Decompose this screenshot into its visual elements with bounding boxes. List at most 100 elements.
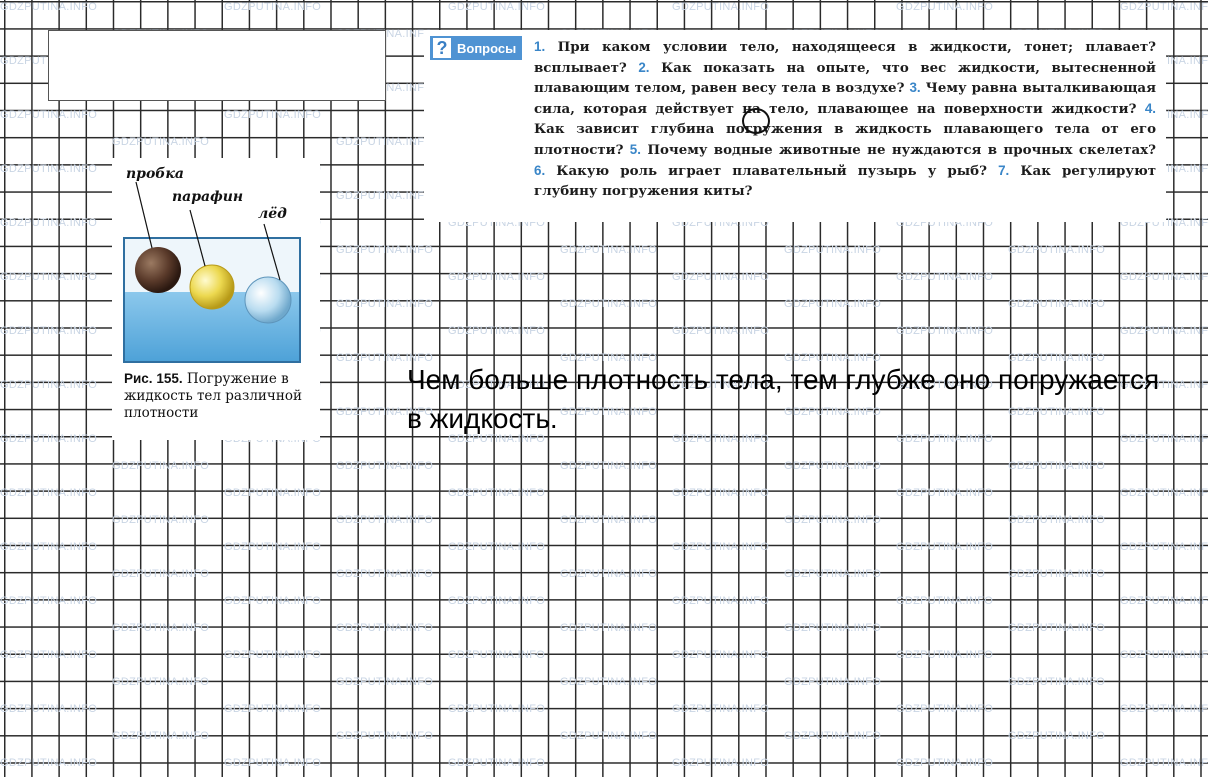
question-number: 2. [638, 59, 650, 75]
hand-drawn-circle [742, 108, 770, 134]
questions-text: 1. При каком условии тело, находящееся в… [534, 37, 1156, 202]
watermark-text: GDZPUTINA.INFO [224, 703, 322, 715]
paraffin-ball [189, 264, 235, 310]
watermark-text: GDZPUTINA.INFO [784, 730, 882, 742]
watermark-text: GDZPUTINA.INFO [784, 622, 882, 634]
watermark-text: GDZPUTINA.INFO [1008, 568, 1106, 580]
watermark-text: GDZPUTINA.INFO [224, 487, 322, 499]
watermark-text: GDZPUTINA.INFO [0, 595, 98, 607]
watermark-text: GDZPUTINA.INFO [672, 595, 770, 607]
label-ice: лёд [258, 206, 287, 222]
watermark-text: GDZPUTINA.INFO [896, 541, 994, 553]
watermark-text: GDZPUTINA.INFO [112, 730, 210, 742]
ice-ball [244, 276, 292, 324]
watermark-text: GDZPUTINA.INFO [336, 514, 434, 526]
watermark-text: GDZPUTINA.INFO [1008, 514, 1106, 526]
question-number: 5. [629, 141, 641, 157]
watermark-text: GDZPUTINA.INFO [672, 1, 770, 13]
watermark-text: GDZPUTINA.INFO [1120, 1, 1208, 13]
watermark-text: GDZPUTINA.INFO [896, 703, 994, 715]
watermark-text: GDZPUTINA.INFO [448, 325, 546, 337]
questions-title: Вопросы [457, 40, 517, 56]
figure-155: пробка парафин лёд Рис. 155. Погружение … [112, 158, 320, 440]
watermark-text: GDZPUTINA.INFO [1008, 460, 1106, 472]
watermark-text: GDZPUTINA.INFO [112, 136, 210, 148]
watermark-text: GDZPUTINA.INFO [560, 460, 658, 472]
question-text: Какую роль играет плавательный пузырь у … [556, 162, 987, 179]
watermark-text: GDZPUTINA.INFO [1120, 703, 1208, 715]
watermark-text: GDZPUTINA.INFO [1008, 622, 1106, 634]
watermark-text: GDZPUTINA.INFO [1008, 244, 1106, 256]
watermark-text: GDZPUTINA.INFO [1120, 757, 1208, 769]
watermark-text: GDZPUTINA.INFO [896, 271, 994, 283]
watermark-text: GDZPUTINA.INFO [112, 622, 210, 634]
watermark-text: GDZPUTINA.INFO [1120, 649, 1208, 661]
watermark-text: GDZPUTINA.INFO [336, 676, 434, 688]
watermark-text: GDZPUTINA.INFO [0, 757, 98, 769]
label-paraffin: парафин [172, 189, 244, 205]
watermark-text: GDZPUTINA.INFO [0, 163, 98, 175]
watermark-text: GDZPUTINA.INFO [672, 757, 770, 769]
watermark-text: GDZPUTINA.INFO [112, 676, 210, 688]
watermark-text: GDZPUTINA.INFO [1120, 541, 1208, 553]
watermark-text: GDZPUTINA.INFO [224, 1, 322, 13]
watermark-text: GDZPUTINA.INFO [560, 568, 658, 580]
watermark-text: GDZPUTINA.INFO [0, 109, 98, 121]
watermark-text: GDZPUTINA.INFO [896, 649, 994, 661]
watermark-text: GDZPUTINA.INFO [448, 595, 546, 607]
watermark-text: GDZPUTINA.INFO [224, 757, 322, 769]
watermark-text: GDZPUTINA.INFO [1008, 676, 1106, 688]
question-number: 3. [909, 80, 921, 96]
watermark-text: GDZPUTINA.INFO [1120, 595, 1208, 607]
watermark-text: GDZPUTINA.INFO [784, 676, 882, 688]
questions-header: ? Вопросы [430, 36, 522, 60]
watermark-text: GDZPUTINA.INFO [672, 541, 770, 553]
answer-text: Чем больше плотность тела, тем глубже он… [407, 364, 1160, 434]
watermark-text: GDZPUTINA.INFO [0, 379, 98, 391]
watermark-text: GDZPUTINA.INFO [784, 514, 882, 526]
figure-caption: Рис. 155. Погружение в жидкость тел разл… [124, 370, 314, 422]
question-number: 6. [534, 162, 546, 178]
watermark-text: GDZPUTINA.INFO [336, 460, 434, 472]
watermark-text: GDZPUTINA.INFO [336, 298, 434, 310]
question-number: 1. [534, 39, 546, 54]
caption-number: Рис. 155. [124, 371, 183, 386]
watermark-text: GDZPUTINA.INFO [0, 649, 98, 661]
watermark-text: GDZPUTINA.INFO [0, 217, 98, 229]
watermark-text: GDZPUTINA.INFO [224, 595, 322, 607]
watermark-text: GDZPUTINA.INFO [560, 298, 658, 310]
label-cork: пробка [126, 166, 184, 182]
watermark-text: GDZPUTINA.INFO [1120, 325, 1208, 337]
watermark-text: GDZPUTINA.INFO [112, 568, 210, 580]
watermark-text: GDZPUTINA.INFO [896, 1, 994, 13]
watermark-text: GDZPUTINA.INFO [672, 487, 770, 499]
watermark-text: GDZPUTINA.INFO [224, 109, 322, 121]
cork-ball [135, 247, 181, 293]
watermark-text: GDZPUTINA.INFO [560, 244, 658, 256]
watermark-text: GDZPUTINA.INFO [448, 1, 546, 13]
name-box [48, 30, 386, 101]
watermark-text: GDZPUTINA.INFO [896, 595, 994, 607]
question-mark-icon: ? [433, 38, 451, 58]
watermark-text: GDZPUTINA.INFO [336, 568, 434, 580]
watermark-text: GDZPUTINA.INFO [896, 487, 994, 499]
watermark-text: GDZPUTINA.INFO [224, 649, 322, 661]
watermark-text: GDZPUTINA.INFO [560, 676, 658, 688]
watermark-text: GDZPUTINA.INFO [112, 460, 210, 472]
question-text: Почему водные животные не нуждаются в пр… [647, 141, 1156, 158]
watermark-text: GDZPUTINA.INFO [448, 271, 546, 283]
watermark-text: GDZPUTINA.INFO [112, 514, 210, 526]
watermark-text: GDZPUTINA.INFO [672, 325, 770, 337]
watermark-text: GDZPUTINA.INFO [672, 649, 770, 661]
watermark-text: GDZPUTINA.INFO [0, 433, 98, 445]
watermark-text: GDZPUTINA.INFO [448, 703, 546, 715]
question-number: 4. [1144, 100, 1156, 116]
watermark-text: GDZPUTINA.INFO [784, 244, 882, 256]
watermark-text: GDZPUTINA.INFO [560, 622, 658, 634]
watermark-text: GDZPUTINA.INFO [0, 487, 98, 499]
watermark-text: GDZPUTINA.INFO [336, 730, 434, 742]
watermark-text: GDZPUTINA.INFO [672, 271, 770, 283]
watermark-text: GDZPUTINA.INFO [448, 541, 546, 553]
watermark-text: GDZPUTINA.INFO [784, 568, 882, 580]
watermark-text: GDZPUTINA.INFO [1120, 271, 1208, 283]
